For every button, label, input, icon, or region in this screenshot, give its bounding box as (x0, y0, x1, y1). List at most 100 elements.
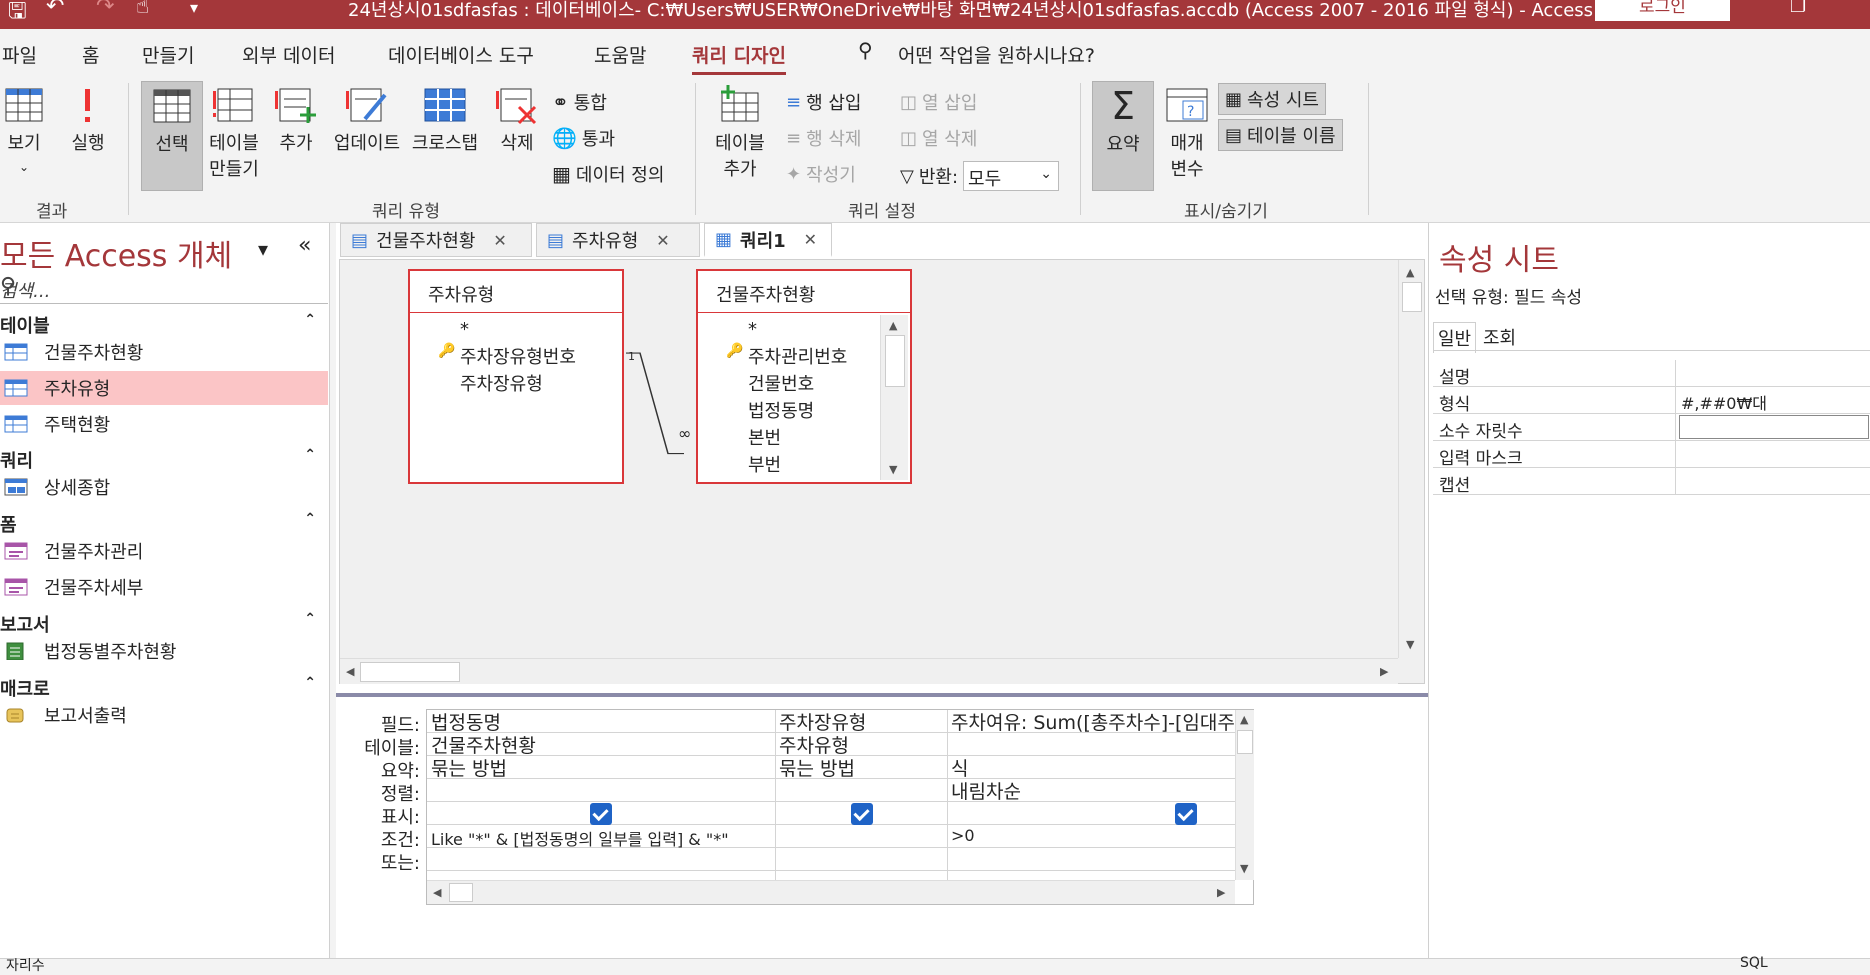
nav-item-form[interactable]: 건물주차관리 (0, 534, 328, 568)
prop-tab-general[interactable]: 일반 (1433, 322, 1477, 353)
totals-button[interactable]: Σ 요약 (1092, 81, 1154, 191)
chevron-up-icon[interactable]: ⌃ (304, 511, 316, 527)
search-icon[interactable]: ⚲ (0, 274, 324, 299)
tab-database-tools[interactable]: 데이터베이스 도구 (388, 41, 534, 68)
show-checkbox[interactable] (851, 803, 873, 825)
nav-item-macro[interactable]: 보고서출력 (0, 698, 328, 732)
doc-tab-parking-type[interactable]: ▤ 주차유형 ✕ (536, 223, 700, 257)
builder-button[interactable]: ✦ 작성기 (786, 161, 856, 187)
nav-menu-icon[interactable]: ▾ (258, 237, 268, 261)
field-list-item[interactable]: * (748, 319, 757, 340)
tab-home[interactable]: 홈 (82, 41, 99, 68)
tab-file[interactable]: 파일 (2, 41, 37, 68)
doc-tab-building-parking[interactable]: ▤ 건물주차현황 ✕ (340, 223, 532, 257)
scroll-thumb[interactable] (449, 883, 473, 902)
grid-hscroll[interactable]: ◀ ▶ (427, 880, 1235, 904)
parameters-button[interactable]: ? 매개 변수 (1162, 85, 1212, 181)
delete-query-button[interactable]: 삭제 (494, 85, 540, 155)
sql-view-button[interactable]: SQL (1740, 955, 1768, 971)
field-list-building-parking[interactable]: 건물주차현황 * 🔑 주차관리번호 건물번호 법정동명 본번 부번 ▲ ▼ (696, 269, 912, 484)
prop-row-input-mask[interactable]: 입력 마스크 (1433, 441, 1870, 469)
nav-item-table[interactable]: 건물주차현황 (0, 335, 328, 369)
show-checkbox[interactable] (1175, 803, 1197, 825)
field-list-item[interactable]: 주차관리번호 (748, 343, 847, 369)
scroll-down-icon[interactable]: ▼ (1240, 862, 1248, 875)
login-button[interactable]: 로그인 (1595, 0, 1730, 21)
prop-row-decimal-places[interactable]: 소수 자릿수 (1433, 414, 1870, 442)
nav-item-report[interactable]: 법정동별주차현황 (0, 634, 328, 668)
tell-me-box[interactable]: 어떤 작업을 원하시나요? (898, 41, 1095, 68)
pane-splitter[interactable] (336, 693, 1428, 697)
prop-row-format[interactable]: 형식 #,##0₩대 (1433, 387, 1870, 415)
nav-item-table[interactable]: 주택현황 (0, 407, 328, 441)
redo-icon[interactable]: ↷ (96, 0, 114, 19)
scroll-right-icon[interactable]: ▶ (1217, 886, 1225, 899)
nav-item-query[interactable]: 상세종합 (0, 470, 328, 504)
table-pane-vscroll[interactable]: ▲ ▼ (1398, 260, 1424, 658)
nav-pane-title[interactable]: 모든 Access 개체 (0, 231, 232, 275)
save-icon[interactable]: 🖫 (8, 0, 27, 32)
delete-columns-button[interactable]: ◫ 열 삭제 (900, 125, 977, 151)
close-icon[interactable]: ✕ (804, 230, 817, 249)
insert-rows-button[interactable]: ≡ 행 삽입 (786, 89, 862, 115)
scroll-thumb[interactable] (360, 662, 460, 682)
field-list-title[interactable]: 건물주차현황 (698, 271, 910, 313)
grid-vscroll[interactable]: ▲ ▼ (1235, 710, 1254, 880)
scroll-left-icon[interactable]: ◀ (346, 665, 354, 678)
close-icon[interactable]: ✕ (656, 231, 669, 250)
scroll-thumb[interactable] (885, 335, 905, 387)
field-list-item[interactable]: 부번 (748, 451, 781, 477)
scroll-up-icon[interactable]: ▲ (1240, 713, 1248, 726)
scroll-thumb[interactable] (1402, 282, 1422, 312)
chevron-up-icon[interactable]: ⌃ (304, 611, 316, 627)
run-button[interactable]: 실행 (66, 85, 110, 155)
scroll-thumb[interactable] (1237, 730, 1253, 754)
chevron-up-icon[interactable]: ⌃ (304, 675, 316, 691)
scroll-down-icon[interactable]: ▼ (889, 463, 897, 476)
property-sheet-button[interactable]: ▦ 속성 시트 (1218, 83, 1326, 115)
prop-value[interactable]: #,##0₩대 (1681, 390, 1767, 414)
nav-search-box[interactable]: 검색... ⚲ (0, 274, 328, 304)
field-list-item[interactable]: 본번 (748, 424, 781, 450)
field-list-item[interactable]: 주차장유형번호 (460, 343, 576, 369)
prop-tab-lookup[interactable]: 조회 (1479, 322, 1520, 352)
scroll-down-icon[interactable]: ▼ (1406, 638, 1414, 651)
grid-cell-total[interactable]: 묶는 방법 (779, 754, 943, 781)
close-icon[interactable]: ✕ (493, 231, 506, 250)
union-button[interactable]: ⚭ 통합 (552, 89, 607, 115)
touch-mode-icon[interactable]: ☝ (136, 0, 149, 19)
select-query-button[interactable]: 선택 (141, 81, 203, 191)
view-button[interactable]: 보기 ⌄ (0, 85, 48, 176)
crosstab-button[interactable]: 크로스탭 (408, 85, 482, 155)
prop-value[interactable] (1679, 415, 1869, 439)
scroll-up-icon[interactable]: ▲ (1406, 266, 1414, 279)
doc-tab-query1[interactable]: ▦ 쿼리1 ✕ (704, 223, 832, 257)
grid-cell-sort[interactable]: 내림차순 (951, 777, 1235, 804)
customize-qat-icon[interactable]: ▾ (190, 0, 198, 17)
field-list-item[interactable]: * (460, 319, 469, 340)
prop-row-description[interactable]: 설명 (1433, 360, 1870, 388)
grid-cell-criteria[interactable]: Like "*" & [법정동명의 일부를 입력] & "*" (431, 826, 771, 850)
scroll-right-icon[interactable]: ▶ (1380, 665, 1388, 678)
field-list-item[interactable]: 법정동명 (748, 397, 814, 423)
make-table-button[interactable]: 테이블 만들기 (206, 85, 262, 181)
field-list-parking-type[interactable]: 주차유형 * 🔑 주차장유형번호 주차장유형 (408, 269, 624, 484)
grid-cell-total[interactable]: 묶는 방법 (431, 754, 771, 781)
scroll-left-icon[interactable]: ◀ (433, 886, 441, 899)
nav-item-form[interactable]: 건물주차세부 (0, 570, 328, 604)
append-button[interactable]: 추가 (272, 85, 320, 155)
field-list-item[interactable]: 주차장유형 (460, 370, 543, 396)
nav-item-table-selected[interactable]: 주차유형 (0, 371, 328, 405)
field-list-item[interactable]: 건물번호 (748, 370, 814, 396)
update-button[interactable]: 업데이트 (330, 85, 404, 155)
search-icon[interactable]: ⚲ (858, 38, 873, 62)
delete-rows-button[interactable]: ≡ 행 삭제 (786, 125, 862, 151)
scroll-up-icon[interactable]: ▲ (889, 319, 897, 332)
table-pane-hscroll[interactable]: ◀ ▶ (340, 658, 1398, 684)
tab-help[interactable]: 도움말 (594, 41, 646, 68)
tab-create[interactable]: 만들기 (142, 41, 194, 68)
chevron-up-icon[interactable]: ⌃ (304, 312, 316, 328)
restore-icon[interactable]: ❐ (1790, 0, 1806, 17)
add-tables-button[interactable]: 테이블 추가 (712, 85, 768, 181)
undo-icon[interactable]: ↶ (46, 0, 64, 19)
